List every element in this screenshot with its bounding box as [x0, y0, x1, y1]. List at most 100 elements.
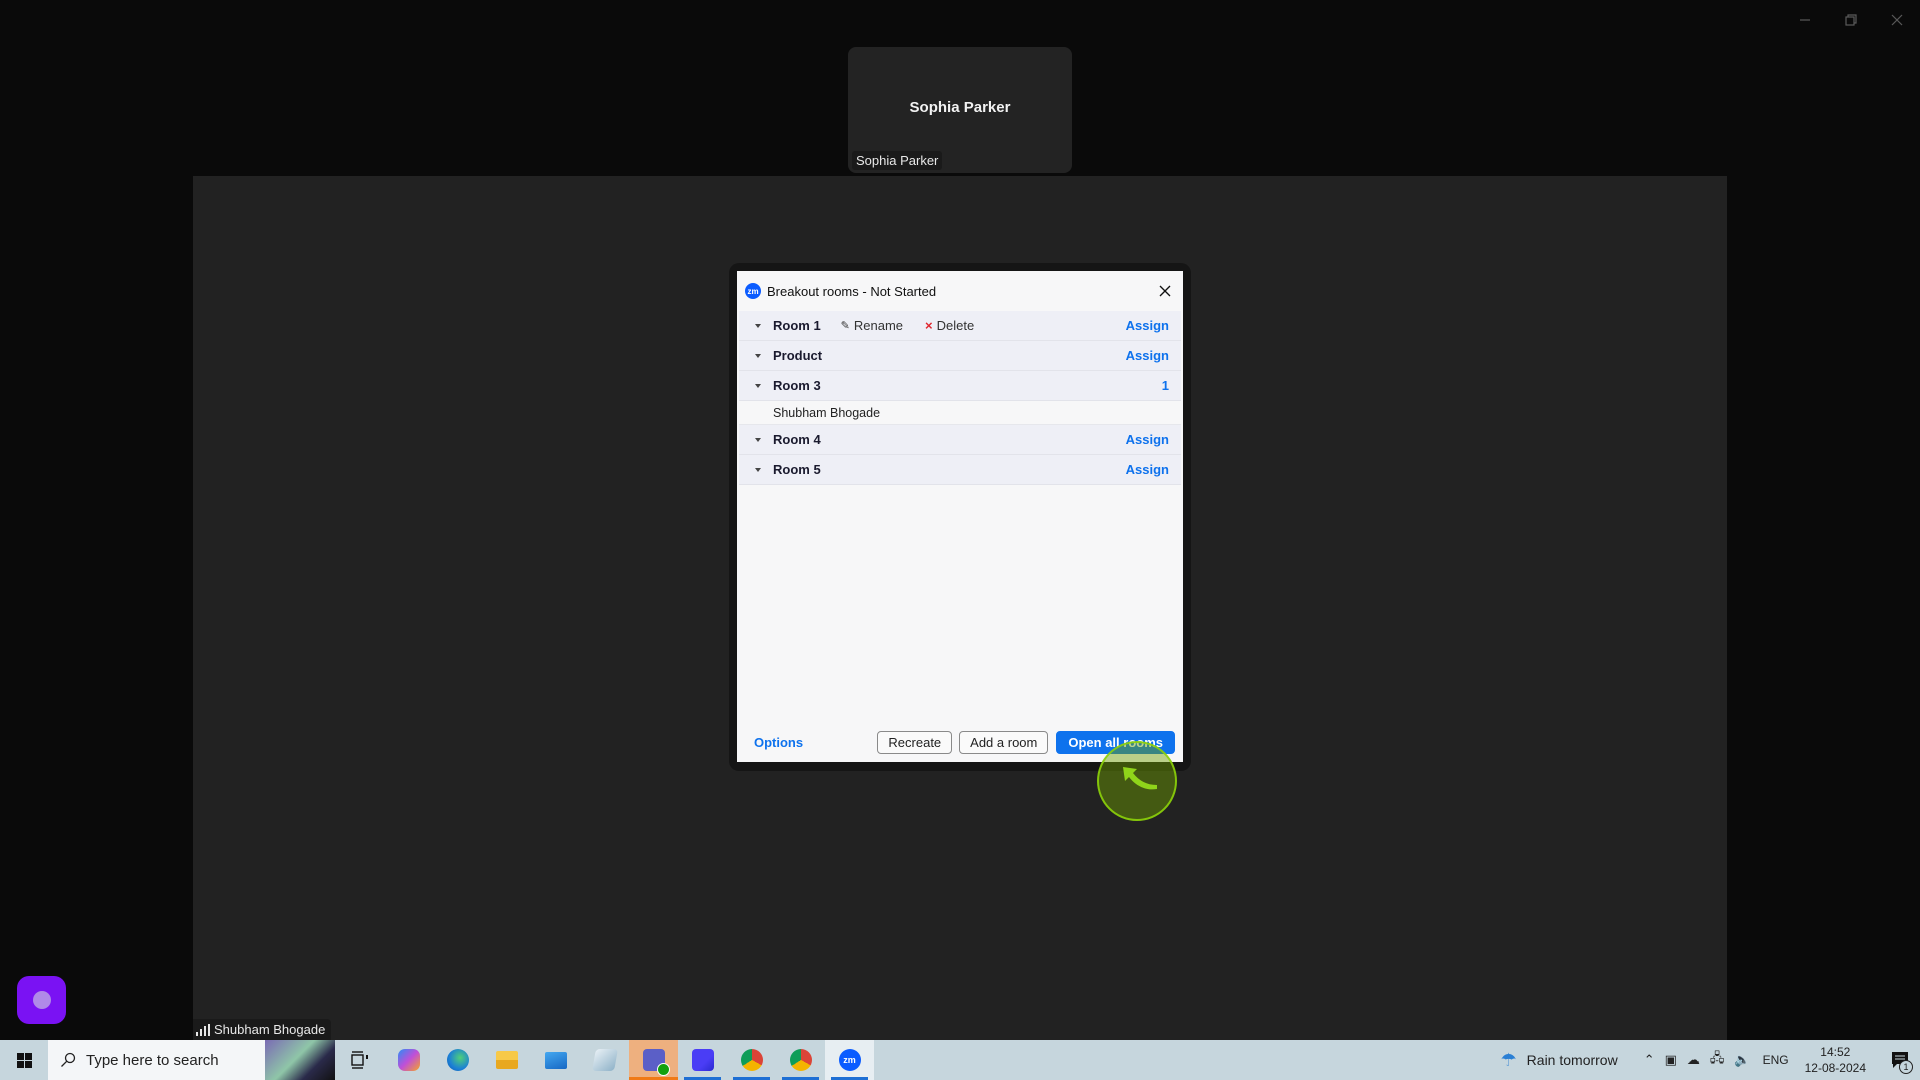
delete-label: Delete: [936, 318, 975, 333]
delete-x-icon: ×: [925, 318, 933, 333]
dialog-footer: Options Recreate Add a room Open all roo…: [737, 730, 1183, 754]
room-name: Room 1: [773, 318, 821, 333]
close-icon: [1159, 285, 1171, 297]
rename-button[interactable]: ✎ Rename: [841, 318, 903, 333]
open-all-rooms-button[interactable]: Open all rooms: [1056, 730, 1175, 754]
assign-button[interactable]: Assign: [1126, 348, 1169, 363]
close-window-button[interactable]: [1874, 0, 1920, 40]
room-row[interactable]: Room 1 ✎ Rename × Delete Assign: [739, 311, 1181, 341]
dialog-title: Breakout rooms - Not Started: [767, 283, 937, 299]
start-button[interactable]: [0, 1040, 48, 1080]
rename-label: Rename: [853, 318, 904, 333]
mail-icon: [544, 1051, 567, 1069]
notepad-button[interactable]: [580, 1040, 629, 1080]
breakout-rooms-dialog: zm Breakout rooms - Not Started Room 1 ✎…: [737, 271, 1183, 762]
notification-center-button[interactable]: 1: [1880, 1040, 1920, 1080]
notification-count-badge: 1: [1899, 1060, 1913, 1074]
tile-center-name: Sophia Parker: [909, 99, 1011, 116]
volume-icon[interactable]: 🔈: [1734, 1052, 1750, 1068]
mail-button[interactable]: [531, 1040, 580, 1080]
assign-button[interactable]: Assign: [1126, 462, 1169, 477]
remote-app-button[interactable]: [678, 1040, 727, 1080]
dialog-title-bar: zm Breakout rooms - Not Started: [737, 271, 1183, 311]
taskbar-search-box[interactable]: Type here to search: [48, 1040, 335, 1080]
floating-record-button[interactable]: [17, 976, 66, 1024]
meet-now-camera-icon[interactable]: ▣: [1665, 1052, 1677, 1068]
windows-taskbar: Type here to search zm ☂ Rain tomorrow ⌃…: [0, 1040, 1920, 1080]
tray-icons: ⌃ ▣ ☁ 🖧 🔈: [1644, 1049, 1751, 1071]
close-icon: [1891, 14, 1903, 26]
remote-app-icon: [691, 1049, 714, 1071]
room-row[interactable]: Room 3 1: [739, 371, 1181, 401]
zoom-meeting-window: Sophia Parker Sophia Parker Shubham Bhog…: [0, 0, 1920, 1040]
dialog-close-button[interactable]: [1155, 281, 1175, 301]
window-controls: [1782, 0, 1920, 40]
minimize-icon: [1800, 19, 1810, 21]
language-indicator[interactable]: ENG: [1763, 1053, 1789, 1067]
record-dot-icon: [32, 991, 51, 1009]
tile-name-label: Sophia Parker: [852, 151, 943, 170]
participant-item[interactable]: Shubham Bhogade: [739, 401, 1181, 425]
collapse-caret-icon[interactable]: [755, 467, 761, 472]
task-view-icon: [350, 1051, 368, 1069]
zoom-taskbar-button[interactable]: zm: [825, 1040, 874, 1080]
show-hidden-icons-chevron-icon[interactable]: ⌃: [1644, 1052, 1655, 1068]
clock-date: 12-08-2024: [1804, 1061, 1866, 1075]
assign-button[interactable]: Assign: [1126, 318, 1169, 333]
chrome-profile-s-button[interactable]: [776, 1040, 825, 1080]
add-room-button[interactable]: Add a room: [959, 730, 1049, 754]
windows-logo-icon: [16, 1052, 32, 1068]
restore-icon: [1845, 14, 1857, 26]
chrome-profile-1-button[interactable]: [727, 1040, 776, 1080]
assign-button[interactable]: Assign: [1126, 432, 1169, 447]
copilot-button[interactable]: [384, 1040, 433, 1080]
room-name: Product: [773, 348, 823, 363]
stage-name-label: Shubham Bhogade: [193, 1019, 332, 1040]
room-name: Room 3: [773, 378, 821, 393]
chrome-icon: [789, 1049, 812, 1071]
participant-video-tile[interactable]: Sophia Parker Sophia Parker: [848, 47, 1072, 173]
umbrella-rain-icon: ☂: [1500, 1049, 1517, 1070]
collapse-caret-icon[interactable]: [755, 383, 761, 388]
room-name: Room 5: [773, 462, 821, 477]
network-icon[interactable]: 🖧: [1710, 1049, 1725, 1071]
restore-button[interactable]: [1828, 0, 1874, 40]
clock-time: 14:52: [1820, 1045, 1851, 1059]
system-tray: ☂ Rain tomorrow ⌃ ▣ ☁ 🖧 🔈 ENG 14:52 12-0…: [1501, 1040, 1920, 1080]
delete-button[interactable]: × Delete: [925, 318, 974, 333]
recreate-button[interactable]: Recreate: [877, 730, 953, 754]
search-icon: [61, 1052, 76, 1067]
minimize-button[interactable]: [1782, 0, 1828, 40]
zoom-icon: zm: [838, 1049, 861, 1071]
edge-icon: [446, 1049, 469, 1071]
room-row[interactable]: Room 5 Assign: [739, 455, 1181, 485]
room-row[interactable]: Product Assign: [739, 341, 1181, 371]
room-actions: ✎ Rename × Delete: [841, 318, 975, 333]
collapse-caret-icon[interactable]: [755, 353, 761, 358]
rooms-list: Room 1 ✎ Rename × Delete Assign Product: [739, 311, 1181, 485]
weather-widget[interactable]: ☂ Rain tomorrow: [1501, 1050, 1618, 1071]
stage-participant-name: Shubham Bhogade: [214, 1022, 326, 1037]
edge-button[interactable]: [433, 1040, 482, 1080]
room-row[interactable]: Room 4 Assign: [739, 425, 1181, 455]
teams-button[interactable]: [629, 1040, 678, 1080]
folder-icon: [495, 1051, 518, 1069]
search-highlight-image: [265, 1040, 335, 1080]
copilot-icon: [397, 1049, 420, 1071]
weather-text: Rain tomorrow: [1526, 1052, 1618, 1068]
task-view-button[interactable]: [335, 1040, 384, 1080]
file-explorer-button[interactable]: [482, 1040, 531, 1080]
room-name: Room 4: [773, 432, 821, 447]
pencil-icon: ✎: [840, 320, 850, 332]
notepad-icon: [591, 1049, 618, 1071]
collapse-caret-icon[interactable]: [755, 323, 761, 328]
participant-name: Shubham Bhogade: [773, 405, 881, 420]
clock[interactable]: 14:52 12-08-2024: [1805, 1044, 1866, 1076]
onedrive-cloud-icon[interactable]: ☁: [1687, 1052, 1700, 1068]
teams-icon: [642, 1049, 670, 1076]
chrome-icon: [740, 1049, 763, 1071]
signal-strength-icon: [196, 1023, 210, 1036]
collapse-caret-icon[interactable]: [755, 437, 761, 442]
options-button[interactable]: Options: [754, 735, 803, 750]
search-placeholder: Type here to search: [86, 1051, 219, 1069]
